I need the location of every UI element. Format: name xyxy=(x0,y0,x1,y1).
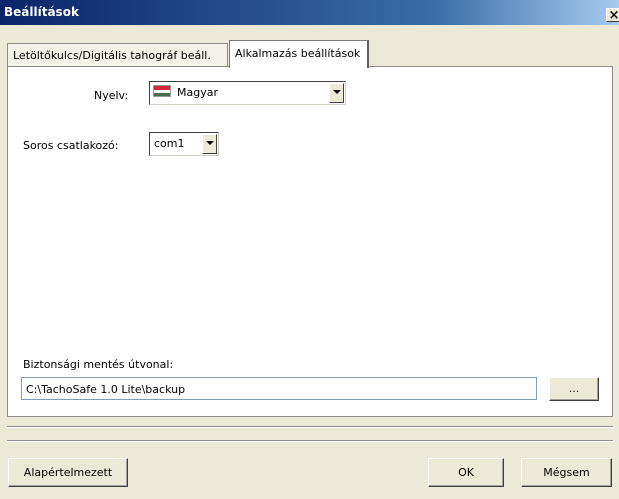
tab-alkalmazas[interactable]: Alkalmazás beállítások xyxy=(229,40,369,68)
tab-label: Alkalmazás beállítások xyxy=(235,47,361,60)
serial-port-label: Soros csatlakozó: xyxy=(23,139,119,152)
backup-path-label: Biztonsági mentés útvonal: xyxy=(23,358,174,371)
chevron-down-icon[interactable] xyxy=(202,134,217,154)
close-button[interactable]: × xyxy=(606,8,619,22)
cancel-button-label: Mégsem xyxy=(543,466,590,479)
default-button-label: Alapértelmezett xyxy=(23,466,113,479)
browse-label: ... xyxy=(568,382,580,395)
ok-button[interactable]: OK xyxy=(428,458,504,487)
serial-port-select[interactable]: com1 xyxy=(149,132,219,156)
tab-label: Letöltőkulcs/Digitális tahográf beáll. xyxy=(13,49,211,62)
backup-path-value: C:\TachoSafe 1.0 Lite\backup xyxy=(26,383,186,396)
language-value: Magyar xyxy=(177,86,218,99)
default-button[interactable]: Alapértelmezett xyxy=(8,458,128,487)
close-icon: × xyxy=(608,8,619,22)
separator xyxy=(7,440,613,442)
hungarian-flag-icon xyxy=(153,85,171,97)
browse-button[interactable]: ... xyxy=(549,377,599,401)
tab-letoltokulcs[interactable]: Letöltőkulcs/Digitális tahográf beáll. xyxy=(7,43,228,67)
title-bar: Beállítások × xyxy=(0,0,619,25)
serial-port-value: com1 xyxy=(154,137,185,150)
tab-panel: Nyelv: Magyar Soros csatlakozó: com1 Biz… xyxy=(7,66,613,417)
backup-path-input[interactable]: C:\TachoSafe 1.0 Lite\backup xyxy=(21,377,537,400)
language-label: Nyelv: xyxy=(94,89,129,102)
language-select[interactable]: Magyar xyxy=(149,81,346,105)
ok-button-label: OK xyxy=(458,466,474,479)
cancel-button[interactable]: Mégsem xyxy=(521,458,612,487)
separator xyxy=(7,426,613,428)
window-title: Beállítások xyxy=(4,5,79,19)
chevron-down-icon[interactable] xyxy=(329,83,344,103)
